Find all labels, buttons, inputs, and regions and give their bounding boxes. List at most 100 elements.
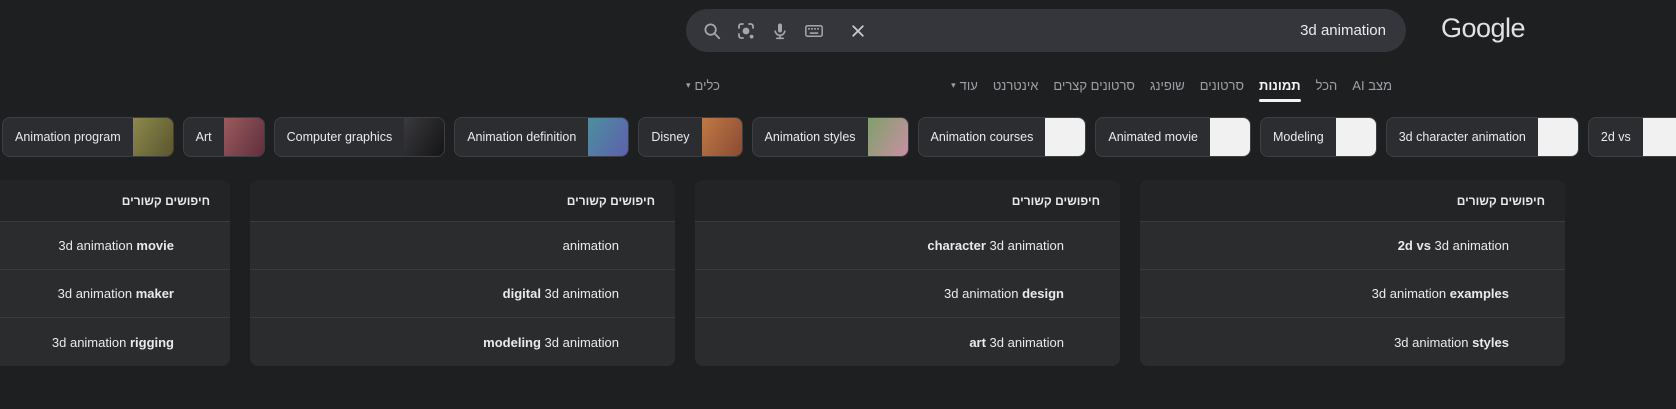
search-bar[interactable]: 3d animation [686,9,1406,52]
chevron-down-icon: ▾ [686,81,691,90]
chip-label: Animation program [3,130,133,144]
related-searches-title: חיפושים קשורים [122,194,210,208]
related-search-text: art 3d animation [969,335,1064,350]
tab-shopping[interactable]: שופינג [1150,78,1185,96]
suggestion-chip-modeling[interactable]: Modeling [1260,117,1377,157]
tab-short-videos[interactable]: סרטונים קצרים [1053,78,1135,96]
chip-thumbnail [1210,117,1250,157]
results-tabs: מצב AI הכל תמונות סרטונים שופינג סרטונים… [686,73,1392,100]
chip-thumbnail [1336,117,1376,157]
chip-thumbnail [404,117,444,157]
related-search-item[interactable]: art 3d animation [695,318,1120,366]
search-icon[interactable] [702,21,722,41]
search-input[interactable]: 3d animation [1300,9,1386,52]
related-searches-panel: חיפושים קשורים 3d animation movie 3d ani… [0,180,230,366]
chip-thumbnail [1045,117,1085,157]
related-search-text: 3d animation maker [58,286,174,301]
related-search-text: 3d animation styles [1394,335,1509,350]
chip-label: Animation courses [919,130,1046,144]
chip-label: Animated movie [1096,130,1210,144]
suggestion-chip-3d-character-animation[interactable]: 3d character animation [1386,117,1579,157]
tools-button[interactable]: כלים ▾ [686,78,720,96]
chip-thumbnail [702,117,742,157]
tab-label: שופינג [1150,78,1185,93]
related-search-item[interactable]: animation [250,222,675,270]
chip-label: Computer graphics [275,130,405,144]
tab-ai-mode[interactable]: מצב AI [1352,78,1392,96]
suggestion-chip-disney[interactable]: Disney [638,117,742,157]
related-search-item[interactable]: 3d animation design [695,270,1120,318]
related-search-item[interactable]: 2d vs 3d animation [1140,222,1565,270]
related-search-text: 3d animation movie [58,238,174,253]
related-search-text: 3d animation design [944,286,1064,301]
related-searches-panel: חיפושים קשורים animation digital 3d anim… [250,180,675,366]
search-bar-icons [702,9,868,52]
chip-thumbnail [1643,117,1676,157]
suggestion-chip-computer-graphics[interactable]: Computer graphics [274,117,446,157]
tab-label: אינטרנט [993,78,1039,93]
related-searches-panel: חיפושים קשורים 2d vs 3d animation 3d ani… [1140,180,1565,366]
chip-thumbnail [868,117,908,157]
related-search-text: digital 3d animation [503,286,619,301]
related-search-text: animation [563,238,619,253]
tab-more[interactable]: עוד ▾ [951,78,978,96]
tab-label: כלים [695,78,720,93]
related-searches-header: חיפושים קשורים [695,180,1120,222]
suggestion-chips-strip: Animation program Art Computer graphics … [0,117,1676,157]
chip-label: Modeling [1261,130,1336,144]
related-searches-title: חיפושים קשורים [1457,194,1545,208]
suggestion-chip-animation-definition[interactable]: Animation definition [454,117,629,157]
related-searches-header: חיפושים קשורים [250,180,675,222]
related-search-item[interactable]: modeling 3d animation [250,318,675,366]
google-images-results-page: 3d animation Google מצב AI הכל תמונות סר… [0,0,1676,409]
suggestion-chip-animation-styles[interactable]: Animation styles [752,117,909,157]
related-search-item[interactable]: 3d animation styles [1140,318,1565,366]
chip-label: 3d character animation [1387,130,1538,144]
suggestion-chip-2d-vs[interactable]: 2d vs [1588,117,1676,157]
chip-thumbnail [224,117,264,157]
related-searches-section: חיפושים קשורים 2d vs 3d animation 3d ani… [0,180,1676,380]
related-search-text: character 3d animation [927,238,1064,253]
related-search-item[interactable]: 3d animation rigging [0,318,230,366]
suggestion-chip-art[interactable]: Art [183,117,265,157]
google-lens-icon[interactable] [736,21,756,41]
related-search-item[interactable]: character 3d animation [695,222,1120,270]
related-search-item[interactable]: 3d animation examples [1140,270,1565,318]
related-search-item[interactable]: 3d animation maker [0,270,230,318]
chip-label: Animation styles [753,130,868,144]
related-searches-title: חיפושים קשורים [567,194,655,208]
suggestion-chip-animated-movie[interactable]: Animated movie [1095,117,1251,157]
related-searches-header: חיפושים קשורים [0,180,230,222]
chevron-down-icon: ▾ [951,81,956,90]
tab-label: מצב AI [1352,78,1392,93]
chip-thumbnail [588,117,628,157]
related-search-item[interactable]: digital 3d animation [250,270,675,318]
related-search-text: 3d animation examples [1372,286,1509,301]
chip-label: Disney [639,130,701,144]
tab-web[interactable]: אינטרנט [993,78,1039,96]
chip-thumbnail [133,117,173,157]
tab-label: סרטונים קצרים [1053,78,1135,93]
chip-label: Animation definition [455,130,588,144]
tab-label: תמונות [1259,78,1301,93]
google-logo[interactable]: Google [1441,13,1525,43]
keyboard-icon[interactable] [804,21,824,41]
suggestion-chip-animation-program[interactable]: Animation program [2,117,174,157]
tab-label: סרטונים [1200,78,1244,93]
chip-label: Art [184,130,224,144]
clear-icon[interactable] [848,21,868,41]
suggestion-chip-animation-courses[interactable]: Animation courses [918,117,1087,157]
tab-label: הכל [1316,78,1338,93]
related-search-text: 2d vs 3d animation [1398,238,1509,253]
chip-thumbnail [1538,117,1578,157]
tab-all[interactable]: הכל [1316,78,1338,96]
tab-images[interactable]: תמונות [1259,78,1301,96]
microphone-icon[interactable] [770,21,790,41]
related-searches-panel: חיפושים קשורים character 3d animation 3d… [695,180,1120,366]
related-search-item[interactable]: 3d animation movie [0,222,230,270]
related-searches-header: חיפושים קשורים [1140,180,1565,222]
related-search-text: 3d animation rigging [52,335,174,350]
related-searches-title: חיפושים קשורים [1012,194,1100,208]
tab-videos[interactable]: סרטונים [1200,78,1244,96]
tab-label: עוד [960,78,978,93]
